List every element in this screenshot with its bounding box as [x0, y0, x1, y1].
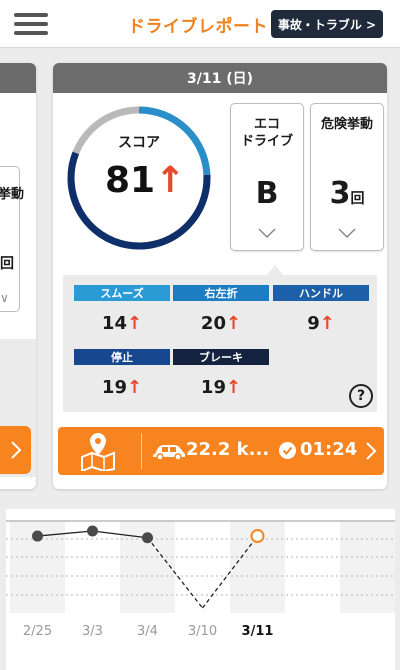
hamburger-menu-icon[interactable] [14, 11, 50, 37]
trend-up-arrow-icon: ↑ [126, 377, 143, 398]
map-pin-icon [81, 433, 115, 471]
app-header: ドライブレポート 事故・トラブル > [0, 0, 400, 48]
chevron-right-icon [11, 441, 22, 459]
clock-check-icon [279, 442, 296, 459]
trend-up-arrow-icon: ↑ [225, 377, 242, 398]
chart-x-tick-label[interactable]: 2/25 [23, 624, 52, 639]
metric-value-steering: 9↑ [307, 313, 335, 334]
risky-behavior-title: 危険挙動 [320, 117, 373, 132]
eco-drive-card[interactable]: エコ ドライブ B [230, 103, 304, 251]
chevron-down-icon [258, 228, 276, 238]
report-date: 3/11 (日) [53, 63, 387, 93]
score-label: スコア [118, 135, 160, 151]
previous-risk-unit: 回 [0, 256, 14, 272]
trip-distance: 22.2 k... [186, 439, 270, 460]
trip-duration: 01:24 [300, 439, 358, 460]
metric-value-stop: 19↑ [101, 377, 143, 398]
chart-x-tick-label[interactable]: 3/11 [242, 624, 274, 639]
metrics-panel: スムーズ 右左折 ハンドル 14↑ 20↑ 9↑ 停止 ブレーキ 19↑ 19↑… [63, 275, 377, 412]
score-gauge: スコア 81↑ [63, 102, 215, 254]
risky-behavior-count: 3回 [329, 176, 365, 211]
selection-pointer [267, 265, 283, 275]
chevron-down-icon [338, 228, 356, 238]
previous-card-header [0, 63, 36, 93]
metric-label-smooth: スムーズ [74, 285, 170, 301]
help-icon[interactable]: ? [349, 384, 373, 408]
chevron-down-icon: ∨ [0, 291, 9, 305]
drive-report-card: 3/11 (日) スコア 81↑ エコ ドライブ B 危険挙動 3回 スムーズ … [53, 63, 387, 489]
chart-point[interactable] [142, 532, 153, 544]
metric-label-stop: 停止 [74, 349, 170, 365]
metric-value-smooth: 14↑ [101, 313, 143, 334]
chevron-right-icon [366, 442, 377, 460]
accident-trouble-button[interactable]: 事故・トラブル > [271, 10, 383, 38]
chart-point[interactable] [250, 529, 265, 544]
chart-point[interactable] [32, 530, 43, 542]
trend-up-arrow-icon: ↑ [155, 160, 186, 201]
car-icon [153, 445, 185, 461]
previous-trip-bar[interactable] [0, 426, 31, 474]
metric-value-turn: 20↑ [200, 313, 242, 334]
eco-grade: B [255, 176, 279, 211]
score-trend-chart[interactable]: 2/25 3/3 3/4 3/10 3/11 [6, 509, 395, 670]
metric-label-brake: ブレーキ [173, 349, 269, 365]
metric-label-turn: 右左折 [173, 285, 269, 301]
trip-detail-button[interactable]: 22.2 k... 01:24 [58, 427, 384, 475]
chart-column-bg [340, 521, 395, 613]
eco-drive-title: エコ ドライブ [240, 117, 293, 149]
trend-up-arrow-icon: ↑ [319, 313, 335, 334]
score-trend-svg: 2/25 3/3 3/4 3/10 3/11 [6, 520, 395, 639]
metric-value-brake: 19↑ [200, 377, 242, 398]
chart-x-tick-label[interactable]: 3/4 [137, 624, 158, 639]
metric-label-steering: ハンドル [273, 285, 369, 301]
risky-behavior-card[interactable]: 危険挙動 3回 [310, 103, 384, 251]
divider [141, 433, 142, 469]
page-title: ドライブレポート [128, 17, 268, 37]
chart-column-bg [175, 521, 230, 613]
previous-risk-title: 挙動 [0, 187, 25, 202]
chart-x-tick-label[interactable]: 3/10 [188, 624, 217, 639]
chart-point[interactable] [87, 525, 98, 537]
score-value: 81↑ [105, 160, 186, 201]
trend-up-arrow-icon: ↑ [225, 313, 242, 334]
trend-up-arrow-icon: ↑ [126, 313, 143, 334]
chart-column-bg [285, 521, 340, 613]
chart-x-tick-label[interactable]: 3/3 [82, 624, 103, 639]
